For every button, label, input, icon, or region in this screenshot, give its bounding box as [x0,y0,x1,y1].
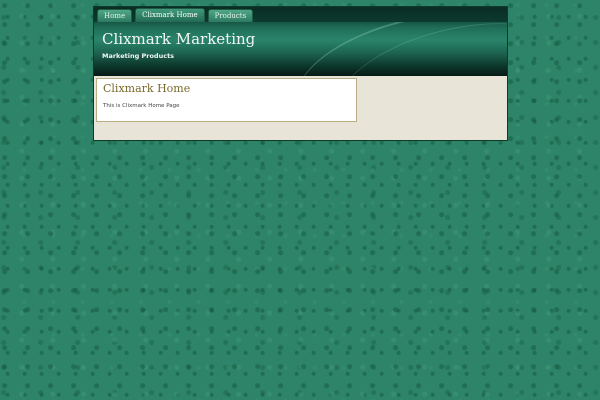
page-body-text: This is Clixmark Home Page [103,103,180,109]
tab-clixmark-home[interactable]: Clixmark Home [135,8,205,22]
site-header: Home Clixmark Home Products Clixmark Mar… [94,7,507,76]
site-title[interactable]: Clixmark Marketing [102,30,255,48]
page-title: Clixmark Home [103,82,191,95]
content-box: Clixmark Home This is Clixmark Home Page [96,78,357,122]
tab-products[interactable]: Products [207,9,254,22]
page-wrapper: Home Clixmark Home Products Clixmark Mar… [93,6,508,141]
nav-tabbar: Home Clixmark Home Products [94,7,507,22]
site-subtitle: Marketing Products [102,52,175,60]
tab-home[interactable]: Home [97,9,133,22]
